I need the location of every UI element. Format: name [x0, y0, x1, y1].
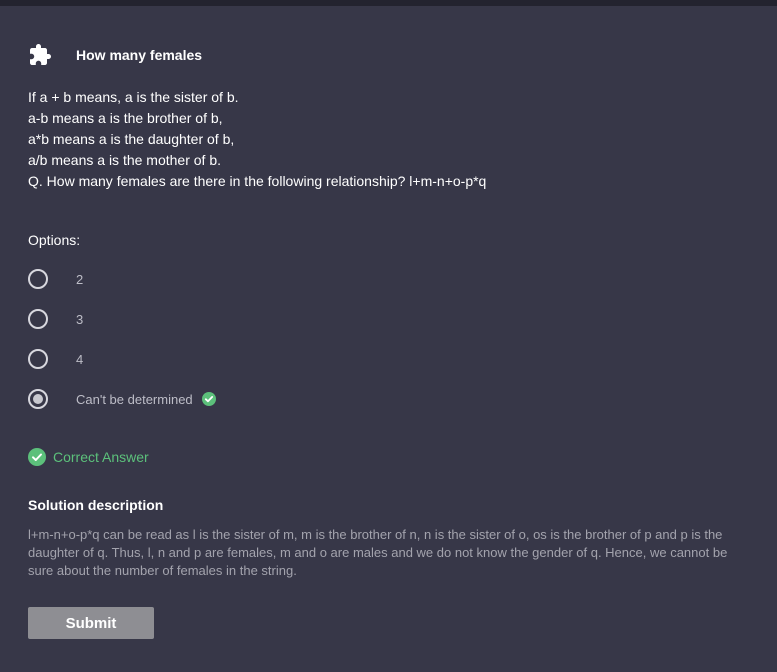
question-header: How many females [28, 43, 202, 67]
radio-button[interactable] [28, 269, 48, 289]
correct-answer-indicator: Correct Answer [28, 448, 149, 466]
option-label: Can't be determined [76, 391, 193, 407]
option-4[interactable]: 4 [28, 349, 83, 369]
check-circle-icon [201, 392, 216, 406]
question-line: If a + b means, a is the sister of b. [28, 89, 239, 105]
options-label: Options: [28, 232, 81, 248]
option-label: 4 [76, 351, 84, 367]
question-text: If a + b means, a is the sister of b. a-… [28, 87, 486, 192]
option-2[interactable]: 2 [28, 269, 83, 289]
check-circle-icon [28, 448, 46, 466]
option-3[interactable]: 3 [28, 309, 83, 329]
radio-button-selected[interactable] [28, 389, 48, 409]
correct-answer-text: Correct Answer [53, 449, 149, 465]
option-label: 2 [76, 271, 84, 287]
top-strip [0, 0, 777, 6]
page-title: How many females [76, 47, 203, 63]
radio-button[interactable] [28, 309, 48, 329]
question-line: a-b means a is the brother of b, [28, 110, 223, 126]
solution-title: Solution description [28, 497, 164, 513]
option-cant-be-determined[interactable]: Can't be determined [28, 389, 216, 409]
option-label: 3 [76, 311, 84, 327]
question-line: a*b means a is the daughter of b, [28, 131, 235, 147]
solution-text: l+m-n+o-p*q can be read as l is the sist… [28, 527, 728, 578]
puzzle-icon [28, 43, 52, 67]
submit-button[interactable]: Submit [28, 607, 154, 639]
question-line: Q. How many females are there in the fol… [28, 173, 487, 189]
question-line: a/b means a is the mother of b. [28, 152, 221, 168]
radio-button[interactable] [28, 349, 48, 369]
